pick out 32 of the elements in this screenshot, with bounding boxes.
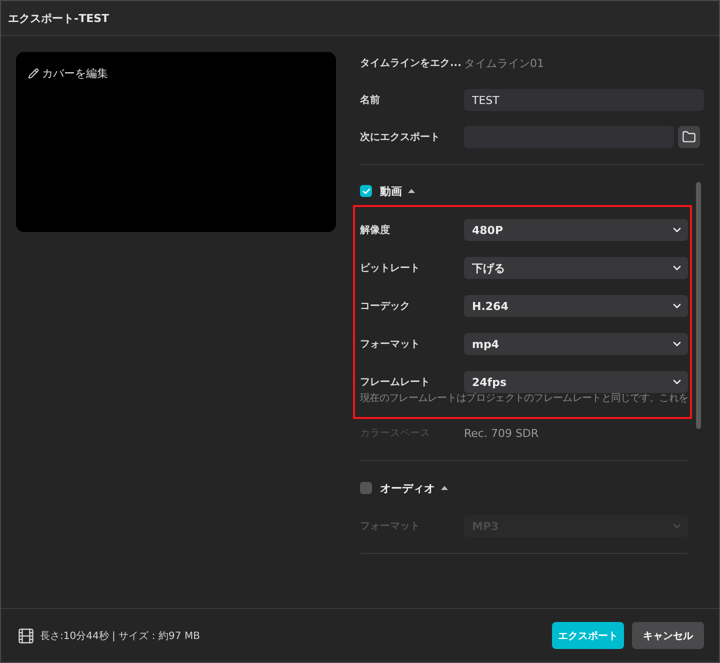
setting-label: フレームレート	[360, 376, 431, 389]
folder-icon	[682, 130, 696, 144]
hint-text: 現在のフレームレートはプロジェクトのフレームレートと同じです。これを	[360, 393, 688, 405]
folder-button[interactable]	[678, 126, 700, 148]
pencil-icon	[28, 68, 39, 79]
edit-cover-button[interactable]: カバーを編集	[28, 66, 108, 81]
field-label: 次にエクスポート	[360, 130, 441, 144]
section-title: 動画	[380, 184, 402, 198]
dropdown[interactable]: mp4	[464, 333, 688, 355]
setting-label: フォーマット	[360, 338, 421, 351]
setting-label: 解像度	[360, 223, 391, 237]
dropdown[interactable]: 下げる	[464, 257, 688, 279]
setting-value: Rec. 709 SDR	[464, 426, 540, 440]
caret-up-icon[interactable]	[441, 486, 448, 490]
export-summary: 長さ:10分44秒 | サイズ：約97 MB	[40, 630, 200, 642]
caret-up-icon[interactable]	[408, 189, 415, 193]
scrollbar[interactable]	[696, 182, 701, 429]
dropdown[interactable]: 480P	[464, 219, 688, 241]
field-value: タイムライン01	[464, 56, 545, 70]
field-label: 名前	[360, 94, 381, 107]
cancel-button[interactable]: キャンセル	[632, 622, 704, 649]
dropdown[interactable]: 24fps	[464, 371, 688, 393]
checkbox[interactable]	[360, 482, 372, 494]
film-icon	[17, 626, 35, 644]
checkbox[interactable]	[360, 185, 372, 197]
section-title: オーディオ	[380, 480, 435, 496]
window-title: エクスポート-TEST	[8, 10, 110, 26]
field-label: タイムラインをエク...	[360, 57, 462, 70]
name-input[interactable]: TEST	[464, 89, 704, 111]
setting-label: コーデック	[360, 300, 411, 313]
dropdown[interactable]: H.264	[464, 295, 688, 317]
setting-label: ビットレート	[360, 262, 421, 275]
